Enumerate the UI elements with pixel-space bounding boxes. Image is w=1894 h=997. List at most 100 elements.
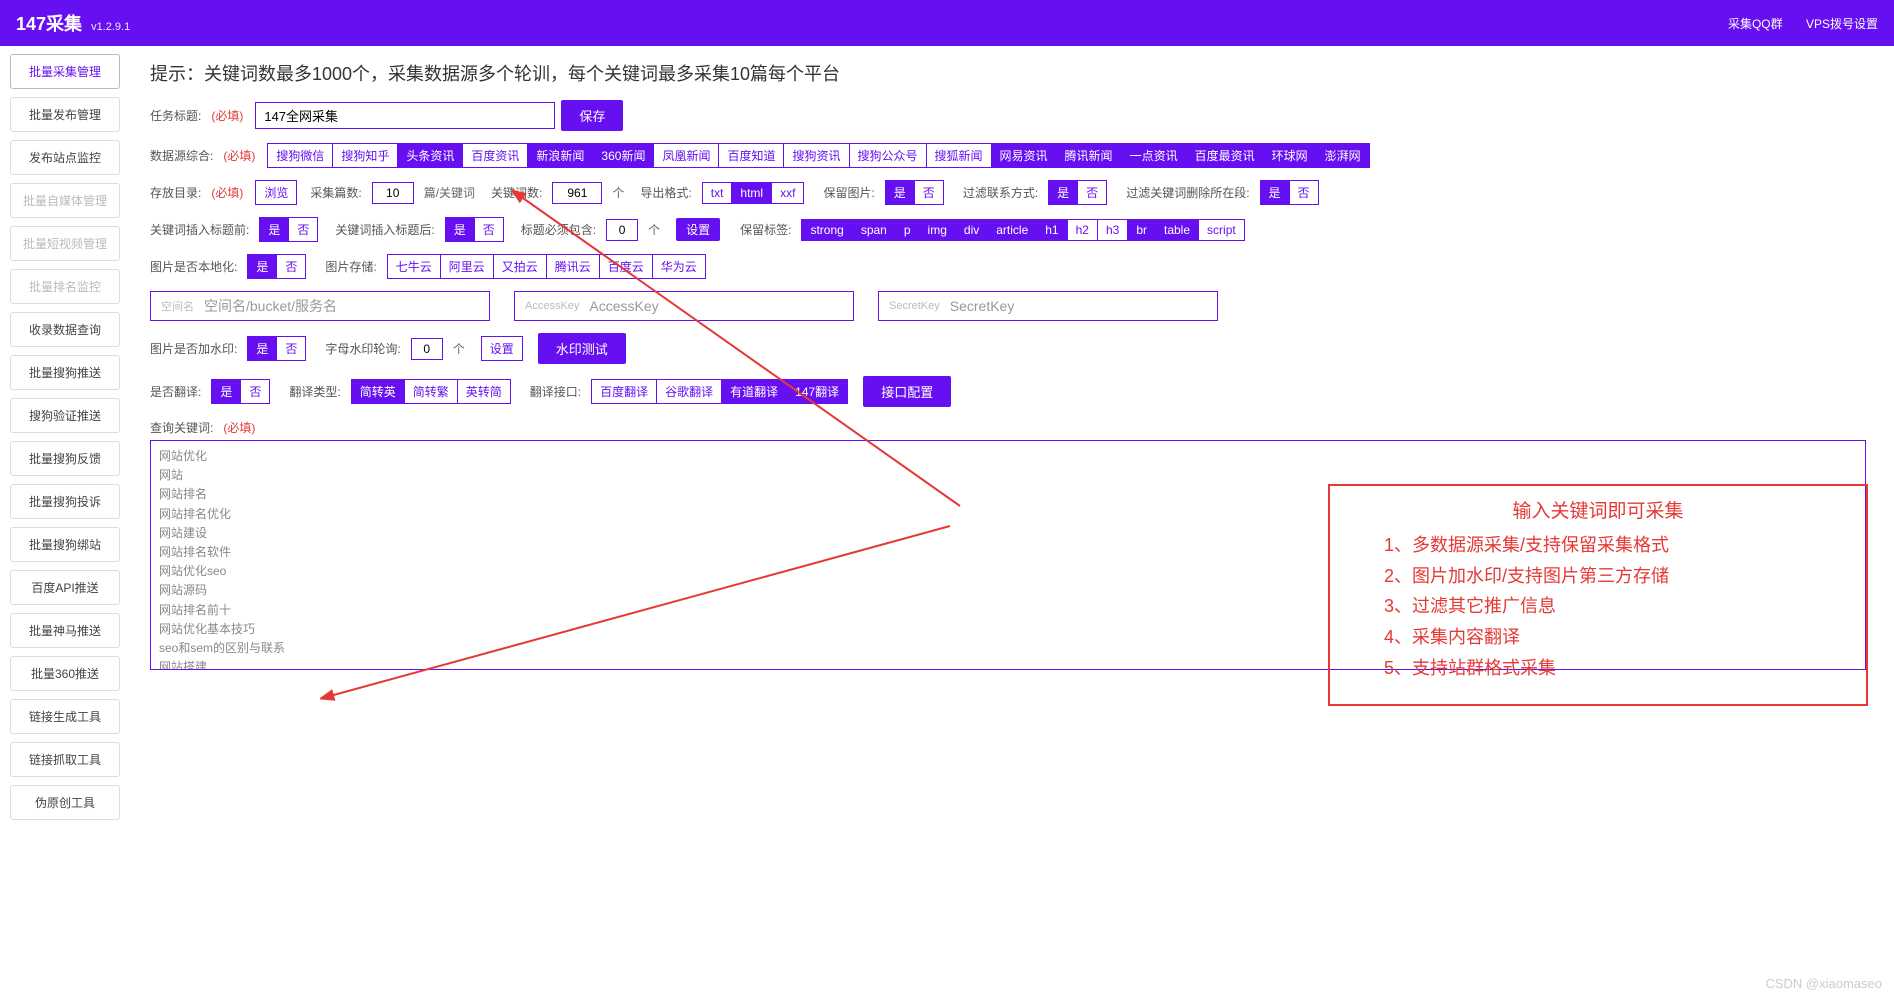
sidebar-item-10[interactable]: 批量搜狗投诉 [10, 484, 120, 519]
sources-label: 数据源综合: [150, 147, 213, 164]
transtype-tagset: 简转英简转繁英转简 [351, 379, 510, 404]
transtype-tag-2[interactable]: 英转简 [457, 379, 511, 404]
brand-version: v1.2.9.1 [91, 21, 130, 33]
sidebar-item-0[interactable]: 批量采集管理 [10, 54, 120, 89]
trans-cfg-button[interactable]: 接口配置 [863, 376, 951, 407]
kw-input[interactable] [552, 182, 602, 204]
must-set-button[interactable]: 设置 [676, 218, 720, 241]
source-tag-0[interactable]: 搜狗微信 [267, 143, 333, 168]
imgstore-tag-4[interactable]: 百度云 [599, 254, 653, 279]
rot-input[interactable] [411, 338, 443, 360]
source-tag-5[interactable]: 360新闻 [592, 143, 654, 168]
imgstore-tag-1[interactable]: 阿里云 [440, 254, 494, 279]
keeptag-2[interactable]: p [895, 219, 920, 241]
sidebar-item-17[interactable]: 伪原创工具 [10, 785, 120, 820]
source-tag-8[interactable]: 搜狗资讯 [783, 143, 849, 168]
filterkw-opt-0[interactable]: 是 [1260, 180, 1290, 205]
source-tag-11[interactable]: 网易资讯 [991, 143, 1057, 168]
imgstore-tag-0[interactable]: 七牛云 [387, 254, 441, 279]
before-opt-1[interactable]: 否 [288, 217, 318, 242]
rot-set-button[interactable]: 设置 [481, 336, 523, 361]
imglocal-opt-0[interactable]: 是 [247, 254, 277, 279]
trans-opt-1[interactable]: 否 [240, 379, 270, 404]
transapi-tag-3[interactable]: 147翻译 [786, 379, 848, 404]
source-tag-15[interactable]: 环球网 [1263, 143, 1317, 168]
transif-label: 翻译接口: [530, 383, 581, 400]
wm-opt-1[interactable]: 否 [276, 336, 306, 361]
source-tag-16[interactable]: 澎湃网 [1316, 143, 1370, 168]
sidebar-item-12[interactable]: 百度API推送 [10, 570, 120, 605]
fmt-tagset: txthtmlxxf [702, 182, 804, 204]
sidebar-item-13[interactable]: 批量神马推送 [10, 613, 120, 648]
keeptag-7[interactable]: h2 [1067, 219, 1098, 241]
after-opt-0[interactable]: 是 [445, 217, 475, 242]
transtype-tag-0[interactable]: 简转英 [351, 379, 405, 404]
filterkw-opt-1[interactable]: 否 [1289, 180, 1319, 205]
keeptag-0[interactable]: strong [801, 219, 852, 241]
contact-opt-1[interactable]: 否 [1077, 180, 1107, 205]
source-tag-1[interactable]: 搜狗知乎 [332, 143, 398, 168]
transapi-tag-0[interactable]: 百度翻译 [591, 379, 657, 404]
sidebar-item-1[interactable]: 批量发布管理 [10, 97, 120, 132]
imgstore-tag-5[interactable]: 华为云 [652, 254, 706, 279]
transapi-tag-2[interactable]: 有道翻译 [721, 379, 787, 404]
imglocal-opt-1[interactable]: 否 [276, 254, 306, 279]
keepimg-toggle: 是否 [885, 180, 943, 205]
ak-input[interactable] [589, 298, 843, 314]
sidebar-item-15[interactable]: 链接生成工具 [10, 699, 120, 734]
wm-opt-0[interactable]: 是 [247, 336, 277, 361]
source-tag-13[interactable]: 一点资讯 [1121, 143, 1187, 168]
imgstore-tag-3[interactable]: 腾讯云 [546, 254, 600, 279]
save-button[interactable]: 保存 [561, 100, 623, 131]
source-tag-3[interactable]: 百度资讯 [462, 143, 528, 168]
source-tag-14[interactable]: 百度最资讯 [1186, 143, 1264, 168]
fmt-tag-2[interactable]: xxf [771, 182, 804, 204]
keeptag-5[interactable]: article [987, 219, 1037, 241]
link-vps[interactable]: VPS拨号设置 [1806, 17, 1878, 31]
query-textarea[interactable] [150, 440, 1866, 670]
kwins-before-toggle: 是否 [259, 217, 317, 242]
before-opt-0[interactable]: 是 [259, 217, 289, 242]
transtype-tag-1[interactable]: 简转繁 [404, 379, 458, 404]
source-tag-9[interactable]: 搜狗公众号 [849, 143, 927, 168]
keeptag-1[interactable]: span [852, 219, 896, 241]
imgstore-tag-2[interactable]: 又拍云 [493, 254, 547, 279]
fmt-tag-0[interactable]: txt [702, 182, 733, 204]
wm-test-button[interactable]: 水印测试 [538, 333, 626, 364]
sk-input[interactable] [950, 298, 1207, 314]
sidebar-item-9[interactable]: 批量搜狗反馈 [10, 441, 120, 476]
source-tag-4[interactable]: 新浪新闻 [527, 143, 593, 168]
source-tag-2[interactable]: 头条资讯 [397, 143, 463, 168]
sidebar-item-16[interactable]: 链接抓取工具 [10, 742, 120, 777]
keeptag-4[interactable]: div [955, 219, 988, 241]
after-opt-1[interactable]: 否 [474, 217, 504, 242]
source-tag-10[interactable]: 搜狐新闻 [926, 143, 992, 168]
keeptag-11[interactable]: script [1198, 219, 1245, 241]
browse-button[interactable]: 浏览 [255, 180, 297, 205]
keepimg-opt-1[interactable]: 否 [914, 180, 944, 205]
keeptag-10[interactable]: table [1155, 219, 1199, 241]
source-tag-6[interactable]: 凤凰新闻 [653, 143, 719, 168]
sidebar-item-14[interactable]: 批量360推送 [10, 656, 120, 691]
source-tag-7[interactable]: 百度知道 [718, 143, 784, 168]
sidebar-item-11[interactable]: 批量搜狗绑站 [10, 527, 120, 562]
sidebar-item-8[interactable]: 搜狗验证推送 [10, 398, 120, 433]
keeptag-3[interactable]: img [919, 219, 956, 241]
link-qq[interactable]: 采集QQ群 [1728, 17, 1783, 31]
sidebar-item-2[interactable]: 发布站点监控 [10, 140, 120, 175]
keeptag-6[interactable]: h1 [1036, 219, 1067, 241]
keeptag-9[interactable]: br [1127, 219, 1156, 241]
task-title-input[interactable] [255, 102, 555, 129]
space-input[interactable] [204, 298, 479, 314]
sidebar-item-7[interactable]: 批量搜狗推送 [10, 355, 120, 390]
trans-opt-0[interactable]: 是 [211, 379, 241, 404]
transapi-tag-1[interactable]: 谷歌翻译 [656, 379, 722, 404]
must-input[interactable] [606, 219, 638, 241]
contact-opt-0[interactable]: 是 [1048, 180, 1078, 205]
sidebar-item-6[interactable]: 收录数据查询 [10, 312, 120, 347]
count-input[interactable] [372, 182, 414, 204]
fmt-tag-1[interactable]: html [731, 182, 772, 204]
keeptag-8[interactable]: h3 [1097, 219, 1128, 241]
source-tag-12[interactable]: 腾讯新闻 [1056, 143, 1122, 168]
keepimg-opt-0[interactable]: 是 [885, 180, 915, 205]
